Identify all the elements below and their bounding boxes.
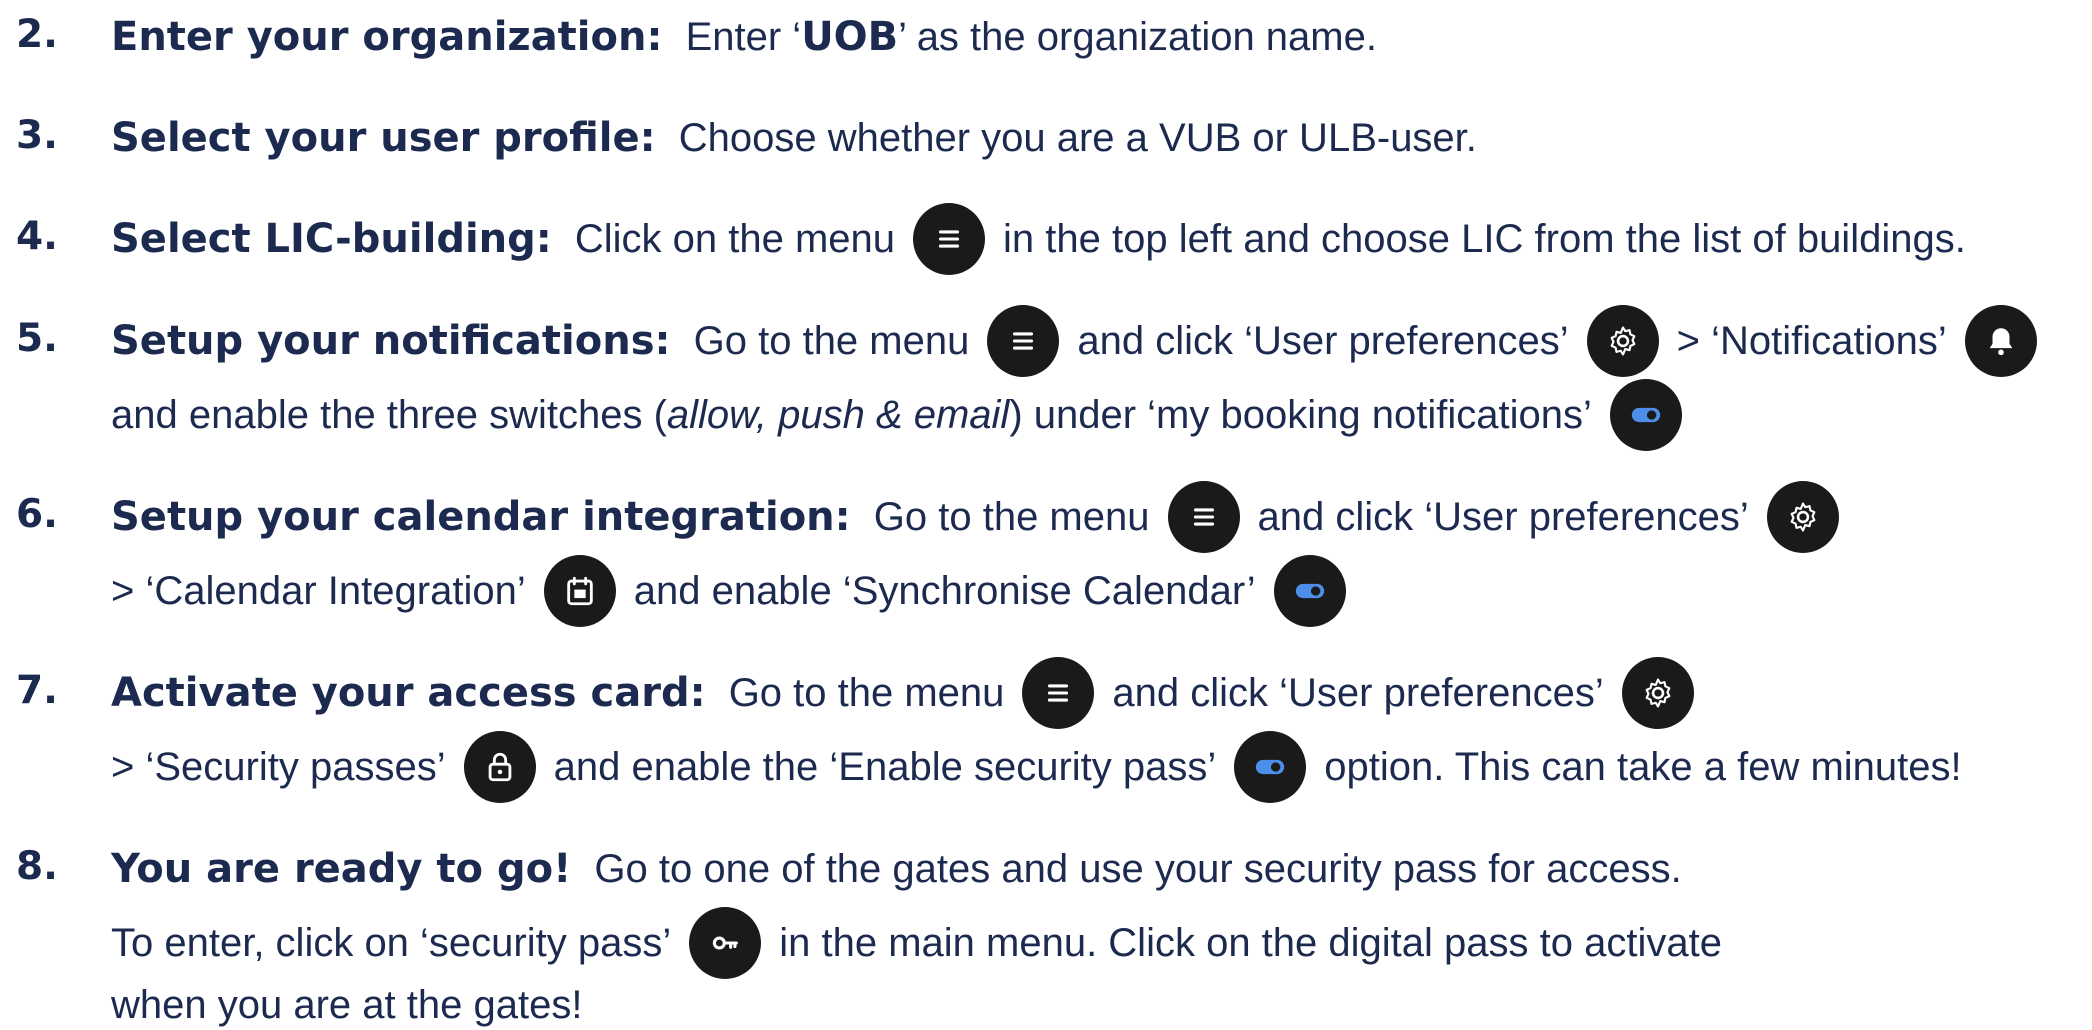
step-heading: Select LIC-building: — [111, 216, 552, 262]
step-text: ’ as the organization name. — [898, 15, 1377, 59]
step-number: 2. — [16, 12, 58, 57]
step-text: when you are at the gates! — [111, 983, 583, 1027]
step-text: > ‘Notifications’ — [1676, 319, 1947, 363]
toggle-on-icon — [1273, 555, 1346, 627]
step-heading: You are ready to go! — [111, 846, 572, 892]
step-line: Select your user profile: Choose whether… — [111, 113, 1477, 163]
step-text: and enable the ‘Enable security pass’ — [553, 745, 1217, 789]
toggle-on-icon — [1234, 731, 1307, 803]
step-line-2: To enter, click on ‘security pass’ in th… — [111, 907, 1722, 979]
gear-icon — [1621, 657, 1694, 729]
step-number: 3. — [16, 113, 58, 158]
key-icon — [689, 907, 762, 979]
step-text: and enable ‘Synchronise Calendar’ — [633, 569, 1256, 613]
step-line-2: > ‘Calendar Integration’ and enable ‘Syn… — [111, 555, 1364, 627]
step-line-3: when you are at the gates! — [111, 980, 582, 1030]
step-number: 7. — [16, 668, 58, 713]
step-text: To enter, click on ‘security pass’ — [111, 921, 672, 965]
step-line: Setup your calendar integration: Go to t… — [111, 481, 1857, 553]
step-text: and click ‘User preferences’ — [1112, 671, 1604, 715]
calendar-icon — [543, 555, 616, 627]
lock-icon — [463, 731, 536, 803]
step-line: Select LIC-building: Click on the menu i… — [111, 203, 1966, 275]
menu-icon — [1167, 481, 1240, 553]
step-line: Enter your organization: Enter ‘UOB’ as … — [111, 12, 1377, 62]
step-heading: Enter your organization: — [111, 14, 663, 60]
step-text: Enter ‘ — [674, 15, 802, 59]
step-text: Go to the menu — [682, 319, 970, 363]
step-line: You are ready to go! Go to one of the ga… — [111, 844, 1682, 894]
step-text: ) under ‘my booking notifications’ — [1009, 393, 1592, 437]
menu-icon — [913, 203, 986, 275]
step-number: 6. — [16, 492, 58, 537]
menu-icon — [987, 305, 1060, 377]
toggle-on-icon — [1609, 379, 1682, 451]
gear-icon — [1586, 305, 1659, 377]
step-line-2: > ‘Security passes’ and enable the ‘Enab… — [111, 731, 1962, 803]
step-line-2: and enable the three switches (allow, pu… — [111, 379, 1700, 451]
step-text: and click ‘User preferences’ — [1257, 495, 1749, 539]
step-text: in the top left and choose LIC from the … — [1003, 217, 1966, 261]
step-text: and click ‘User preferences’ — [1077, 319, 1569, 363]
step-text: option. This can take a few minutes! — [1324, 745, 1962, 789]
step-text: > ‘Security passes’ — [111, 745, 446, 789]
step-number: 8. — [16, 844, 58, 889]
step-heading: Select your user profile: — [111, 115, 656, 161]
step-text: Choose whether you are a VUB or ULB-user… — [667, 116, 1477, 160]
org-name: UOB — [801, 14, 899, 60]
step-text: and enable the three switches ( — [111, 393, 667, 437]
gear-icon — [1766, 481, 1839, 553]
step-text: Go to the menu — [862, 495, 1150, 539]
step-line: Setup your notifications: Go to the menu… — [111, 305, 2037, 377]
switch-list: allow, push & email — [666, 393, 1010, 437]
bell-icon — [1964, 305, 2037, 377]
step-heading: Activate your access card: — [111, 670, 706, 716]
step-text: Go to one of the gates and use your secu… — [583, 847, 1682, 891]
step-heading: Setup your calendar integration: — [111, 494, 851, 540]
step-number: 5. — [16, 316, 58, 361]
step-text: in the main menu. Click on the digital p… — [779, 921, 1722, 965]
step-heading: Setup your notifications: — [111, 318, 671, 364]
menu-icon — [1022, 657, 1095, 729]
step-text: Click on the menu — [563, 217, 896, 261]
step-text: Go to the menu — [717, 671, 1005, 715]
step-number: 4. — [16, 214, 58, 259]
step-line: Activate your access card: Go to the men… — [111, 657, 1712, 729]
step-text: > ‘Calendar Integration’ — [111, 569, 526, 613]
